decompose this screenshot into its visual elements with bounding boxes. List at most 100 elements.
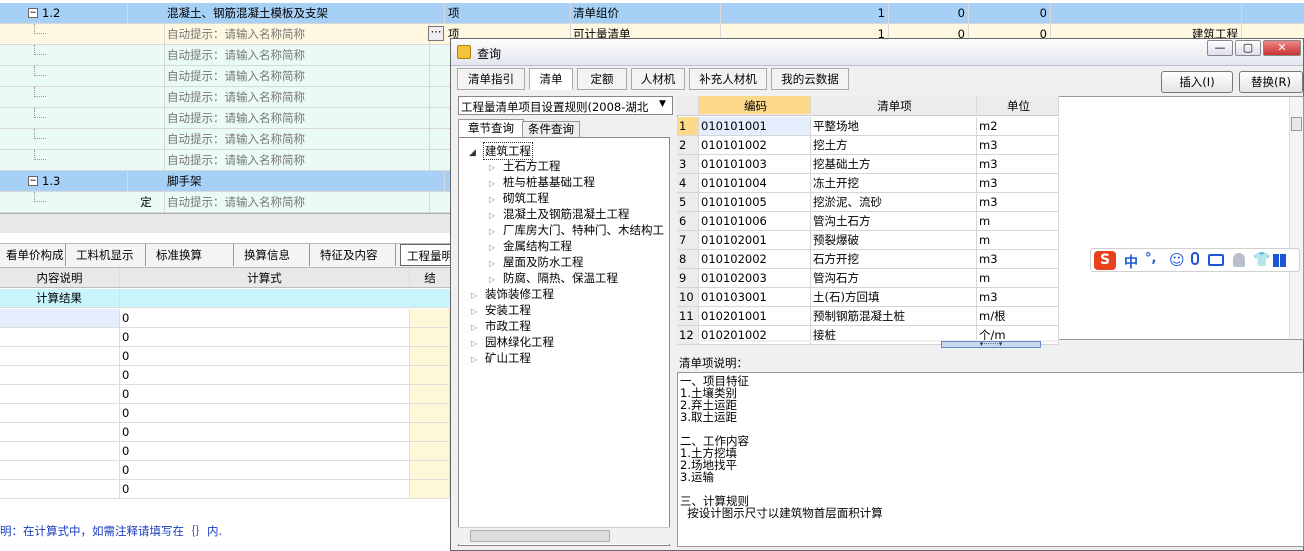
tab-chapter-query[interactable]: 章节查询 bbox=[458, 119, 524, 138]
name-hint[interactable]: 自动提示：请输入名称简称 bbox=[165, 87, 430, 107]
table-row[interactable]: 2 010101002 挖土方 m3 bbox=[677, 136, 1059, 155]
cell-code[interactable]: 010101006 bbox=[699, 212, 811, 230]
cell-unit[interactable]: m bbox=[977, 269, 1059, 287]
grid-desc-cell[interactable] bbox=[0, 461, 120, 479]
cell-item[interactable]: 石方开挖 bbox=[811, 250, 977, 268]
grid-desc-cell[interactable] bbox=[0, 328, 120, 346]
grid-desc-cell[interactable] bbox=[0, 423, 120, 441]
grid-row[interactable]: 0 bbox=[0, 366, 450, 385]
cell-code[interactable]: 010102003 bbox=[699, 269, 811, 287]
tree-node[interactable]: ▷ 安装工程 bbox=[471, 302, 531, 318]
bottom-tab[interactable]: 标准换算 bbox=[150, 244, 234, 266]
tree-node[interactable]: ▷ 装饰装修工程 bbox=[471, 286, 554, 302]
cell-code[interactable]: 010101004 bbox=[699, 174, 811, 192]
tree-node[interactable]: ▷ 桩与桩基基础工程 bbox=[489, 174, 595, 190]
bill-row[interactable]: −1.2 混凝土、钢筋混凝土模板及支架项清单组价 1 0 0 bbox=[0, 3, 1304, 24]
grid-formula-cell[interactable]: 0 bbox=[120, 347, 410, 365]
collapse-icon[interactable]: − bbox=[28, 176, 38, 186]
grid-row[interactable]: 0 bbox=[0, 328, 450, 347]
grid-formula-cell[interactable]: 0 bbox=[120, 442, 410, 460]
dialog-tab[interactable]: 定额 bbox=[577, 68, 627, 90]
collapse-icon[interactable]: − bbox=[28, 8, 38, 18]
replace-button[interactable]: 替换(R) bbox=[1239, 71, 1303, 93]
cell-code[interactable]: 010101005 bbox=[699, 193, 811, 211]
grid-formula-cell[interactable]: 0 bbox=[120, 461, 410, 479]
cell-unit[interactable]: m/根 bbox=[977, 307, 1059, 325]
name-hint[interactable]: 自动提示：请输入名称简称 bbox=[165, 129, 430, 149]
insert-button[interactable]: 插入(I) bbox=[1161, 71, 1233, 93]
name-hint[interactable]: 自动提示：请输入名称简称 bbox=[165, 150, 430, 170]
bottom-tab[interactable]: 看单价构成 bbox=[0, 244, 66, 266]
cell-item[interactable]: 挖基础土方 bbox=[811, 155, 977, 173]
ime-toolbar[interactable]: S 中 °, ☺ 👕 bbox=[1090, 248, 1300, 272]
grid-row[interactable]: 0 bbox=[0, 347, 450, 366]
header-item[interactable]: 清单项 bbox=[811, 96, 977, 114]
tree-node[interactable]: ▷ 屋面及防水工程 bbox=[489, 254, 584, 270]
ime-mode-chinese[interactable]: 中 bbox=[1124, 252, 1138, 272]
cell-code[interactable]: 010101003 bbox=[699, 155, 811, 173]
smile-icon[interactable]: ☺ bbox=[1169, 251, 1185, 269]
grid-result-row[interactable]: 计算结果 bbox=[0, 289, 450, 308]
table-row[interactable]: 8 010102002 石方开挖 m3 bbox=[677, 250, 1059, 269]
tree-node[interactable]: ▷ 金属结构工程 bbox=[489, 238, 572, 254]
table-row[interactable]: 11 010201001 预制钢筋混凝土桩 m/根 bbox=[677, 307, 1059, 326]
grid-desc-cell[interactable] bbox=[0, 347, 120, 365]
scroll-thumb[interactable] bbox=[470, 530, 610, 542]
grid-row[interactable]: 0 bbox=[0, 461, 450, 480]
table-row[interactable]: 4 010101004 冻土开挖 m3 bbox=[677, 174, 1059, 193]
tree-node[interactable]: ▷ 矿山工程 bbox=[471, 350, 531, 366]
grid-desc-cell[interactable] bbox=[0, 309, 120, 327]
cell-code[interactable]: 010102002 bbox=[699, 250, 811, 268]
grid-desc-cell[interactable] bbox=[0, 442, 120, 460]
microphone-icon[interactable] bbox=[1191, 252, 1199, 265]
name-hint[interactable]: 自动提示：请输入名称简称 bbox=[165, 108, 430, 128]
cell-unit[interactable]: m3 bbox=[977, 288, 1059, 306]
cell-code[interactable]: 010101002 bbox=[699, 136, 811, 154]
dialog-tab[interactable]: 清单指引 bbox=[457, 68, 525, 90]
skin-shirt-icon[interactable]: 👕 bbox=[1253, 252, 1270, 268]
grid-row[interactable]: 0 bbox=[0, 423, 450, 442]
name-hint[interactable]: 自动提示：请输入名称简称 bbox=[165, 45, 430, 65]
grid-desc-cell[interactable] bbox=[0, 366, 120, 384]
cell-code[interactable]: 010102001 bbox=[699, 231, 811, 249]
grid-formula-cell[interactable]: 0 bbox=[120, 366, 410, 384]
table-row[interactable]: 1 010101001 平整场地 m2 bbox=[677, 117, 1059, 136]
bottom-tab[interactable]: 特征及内容 bbox=[314, 244, 396, 266]
cell-unit[interactable]: m bbox=[977, 231, 1059, 249]
table-row[interactable]: 7 010102001 预裂爆破 m bbox=[677, 231, 1059, 250]
cell-code[interactable]: 010103001 bbox=[699, 288, 811, 306]
cell-item[interactable]: 平整场地 bbox=[811, 117, 977, 135]
header-code[interactable]: 编码 bbox=[699, 96, 811, 114]
grid-formula-cell[interactable]: 0 bbox=[120, 404, 410, 422]
tab-condition-query[interactable]: 条件查询 bbox=[522, 121, 580, 138]
header-unit[interactable]: 单位 bbox=[977, 96, 1059, 114]
grid-desc-cell[interactable] bbox=[0, 480, 120, 498]
keyboard-icon[interactable] bbox=[1208, 254, 1224, 266]
maximize-icon[interactable]: ▢ bbox=[1235, 40, 1261, 56]
grid-formula-cell[interactable]: 0 bbox=[120, 328, 410, 346]
close-icon[interactable]: ✕ bbox=[1263, 40, 1301, 56]
cell-unit[interactable]: m3 bbox=[977, 155, 1059, 173]
name-hint[interactable]: 自动提示：请输入名称简称 bbox=[165, 24, 430, 44]
grid-row[interactable]: 0 bbox=[0, 385, 450, 404]
tree-node[interactable]: ▷ 土石方工程 bbox=[489, 158, 561, 174]
cell-unit[interactable]: m bbox=[977, 212, 1059, 230]
cell-code[interactable]: 010201001 bbox=[699, 307, 811, 325]
bottom-tab[interactable]: 工料机显示 bbox=[70, 244, 146, 266]
sogou-logo-icon[interactable]: S bbox=[1094, 251, 1116, 270]
grid-desc-cell[interactable] bbox=[0, 404, 120, 422]
table-row[interactable]: 9 010102003 管沟石方 m bbox=[677, 269, 1059, 288]
bottom-tab[interactable]: 换算信息 bbox=[238, 244, 310, 266]
ime-punct[interactable]: °, bbox=[1145, 251, 1156, 266]
grid-row[interactable]: 0 bbox=[0, 404, 450, 423]
cell-unit[interactable]: m3 bbox=[977, 136, 1059, 154]
name-hint[interactable]: 自动提示：请输入名称简称 bbox=[165, 192, 430, 212]
name-hint[interactable]: 自动提示：请输入名称简称 bbox=[165, 66, 430, 86]
grid-formula-cell[interactable]: 0 bbox=[120, 480, 410, 498]
rule-select[interactable]: 工程量清单项目设置规则(2008-湖北 ▼ bbox=[458, 96, 673, 115]
grid-formula-cell[interactable]: 0 bbox=[120, 385, 410, 403]
minimize-icon[interactable]: — bbox=[1207, 40, 1233, 56]
dialog-tab[interactable]: 清单 bbox=[529, 68, 573, 90]
cell-item[interactable]: 土(石)方回填 bbox=[811, 288, 977, 306]
dialog-tab[interactable]: 我的云数据 bbox=[771, 68, 849, 90]
